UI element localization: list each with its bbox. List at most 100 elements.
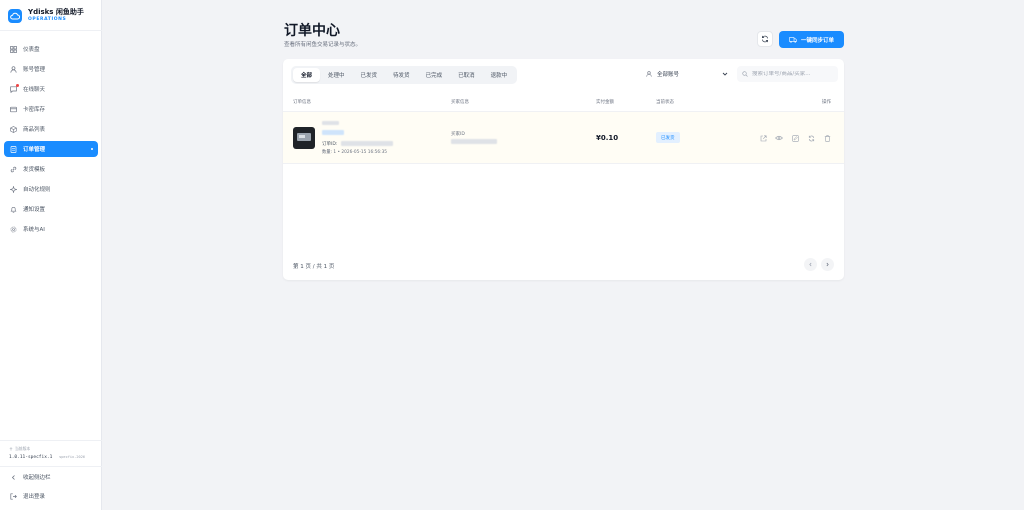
order-amount: ¥0.10 [596, 134, 619, 142]
sidebar-item-label: 通知设置 [23, 207, 46, 213]
sidebar-nav: 仪表盘 账号管理 在线聊天 卡密库存 商品列表 订单管理 发货模板 自动化规则 … [4, 41, 98, 241]
edit-icon[interactable] [791, 134, 799, 142]
sidebar-item-automation[interactable]: 自动化规则 [4, 181, 98, 197]
buyer-id-label: 买家ID [451, 132, 465, 137]
redacted-order-id [341, 141, 393, 146]
sync-orders-label: 一键同步订单 [800, 37, 834, 44]
sidebar-item-label: 仪表盘 [23, 47, 40, 53]
refresh-icon[interactable] [807, 134, 815, 142]
link-icon [10, 166, 17, 173]
sidebar-divider [0, 30, 102, 31]
pagination-info: 第 1 页 / 共 1 页 [293, 264, 335, 270]
column-header-order-info: 订单信息 [293, 100, 311, 105]
tab-pending-shipment[interactable]: 待发货 [385, 68, 418, 82]
eye-icon[interactable] [775, 134, 783, 142]
tab-completed[interactable]: 已完成 [418, 68, 451, 82]
brand[interactable]: Ydisks 闲鱼助手 OPERATIONS [8, 8, 84, 23]
order-icon [10, 145, 17, 153]
sidebar-divider [0, 466, 102, 467]
order-id: 订单ID: [322, 141, 337, 147]
tab-cancelled[interactable]: 已取消 [450, 68, 483, 82]
brand-title: Ydisks 闲鱼助手 [28, 8, 84, 16]
external-link-icon[interactable] [759, 134, 767, 142]
unread-badge [16, 84, 19, 87]
tab-processing[interactable]: 处理中 [320, 68, 353, 82]
orders-card: 全部 处理中 已发货 待发货 已完成 已取消 退款中 全部账号 订单信息 买家信… [283, 59, 844, 280]
sidebar-item-dashboard[interactable]: 仪表盘 [4, 41, 98, 57]
column-header-status: 当前状态 [656, 100, 674, 105]
tab-refunding[interactable]: 退款中 [483, 68, 516, 82]
truck-icon [789, 36, 797, 43]
product-thumbnail [293, 127, 315, 149]
bell-icon [10, 206, 17, 213]
chevron-down-icon [722, 71, 728, 77]
collapse-label: 收起侧边栏 [23, 475, 51, 481]
sidebar-item-orders[interactable]: 订单管理 [4, 141, 98, 157]
collapse-sidebar-button[interactable]: 收起侧边栏 [4, 469, 98, 485]
sidebar: Ydisks 闲鱼助手 OPERATIONS 仪表盘 账号管理 在线聊天 卡密库… [0, 0, 102, 510]
version-info: 当前版本 1.0.11-specfix.1 specfix-2026 [9, 446, 85, 460]
tab-shipped[interactable]: 已发货 [353, 68, 386, 82]
sidebar-item-notifications[interactable]: 通知设置 [4, 201, 98, 217]
sidebar-item-products[interactable]: 商品列表 [4, 121, 98, 137]
chevron-right-icon [825, 262, 830, 267]
redacted-product-tag [322, 130, 344, 135]
box-icon [10, 125, 17, 133]
logout-button[interactable]: 退出登录 [4, 488, 98, 504]
trash-icon[interactable] [823, 134, 831, 142]
status-tabs: 全部 处理中 已发货 待发货 已完成 已取消 退款中 [291, 66, 518, 84]
account-select[interactable]: 全部账号 [640, 66, 734, 82]
version-value: 1.0.11-specfix.1 [9, 455, 53, 460]
spark-icon [10, 185, 17, 193]
redacted-product-title [322, 121, 339, 125]
tab-all[interactable]: 全部 [293, 68, 321, 82]
chevron-left-icon [10, 474, 17, 481]
sidebar-item-label: 系统与AI [23, 227, 45, 233]
logout-label: 退出登录 [23, 494, 46, 500]
sidebar-item-label: 订单管理 [23, 147, 46, 153]
version-label: 当前版本 [15, 446, 31, 451]
page-title: 订单中心 [284, 23, 340, 39]
search-icon [742, 71, 748, 77]
sidebar-item-label: 发货模板 [23, 167, 46, 173]
column-header-buyer-info: 买家信息 [451, 100, 469, 105]
sidebar-divider [0, 440, 102, 441]
column-header-actions: 操作 [822, 100, 831, 105]
sidebar-item-templates[interactable]: 发货模板 [4, 161, 98, 177]
sidebar-item-label: 在线聊天 [23, 87, 46, 93]
sidebar-item-label: 账号管理 [23, 67, 46, 73]
user-icon [10, 65, 17, 73]
next-page-button[interactable] [821, 258, 834, 271]
prev-page-button[interactable] [804, 258, 817, 271]
sync-orders-button[interactable]: 一键同步订单 [779, 31, 844, 48]
chevron-left-icon [808, 262, 813, 267]
sidebar-item-accounts[interactable]: 账号管理 [4, 61, 98, 77]
cloud-logo-icon [8, 8, 22, 23]
redacted-buyer-id [451, 139, 497, 144]
user-icon [646, 71, 652, 77]
sidebar-item-chat[interactable]: 在线聊天 [4, 81, 98, 97]
card-icon [10, 106, 17, 113]
brand-subtitle: OPERATIONS [28, 17, 67, 22]
sidebar-item-label: 卡密库存 [23, 107, 46, 113]
arrow-up-icon [9, 447, 13, 451]
status-badge: 已发货 [656, 132, 680, 143]
logout-icon [10, 492, 17, 500]
order-meta: 数量: 1 • 2026-05-15 16:56:35 [322, 150, 388, 155]
sidebar-item-label: 自动化规则 [23, 187, 51, 193]
search-box[interactable] [737, 66, 838, 82]
row-actions [759, 134, 839, 142]
sidebar-item-card-inventory[interactable]: 卡密库存 [4, 101, 98, 117]
account-select-value: 全部账号 [657, 72, 680, 78]
sidebar-item-system-ai[interactable]: 系统与AI [4, 221, 98, 237]
dashboard-icon [10, 45, 17, 53]
sidebar-item-label: 商品列表 [23, 127, 46, 133]
page-subtitle: 查看所有闲鱼交易记录与状态。 [284, 42, 362, 48]
search-input[interactable] [752, 71, 838, 77]
order-id-label: 订单ID: [322, 142, 338, 147]
version-extra: specfix-2026 [59, 455, 86, 459]
refresh-button[interactable] [757, 31, 773, 47]
column-header-amount: 实付金额 [596, 100, 614, 105]
refresh-icon [761, 35, 769, 43]
table-row[interactable]: 订单ID: 数量: 1 • 2026-05-15 16:56:35 买家ID ¥… [283, 112, 844, 164]
